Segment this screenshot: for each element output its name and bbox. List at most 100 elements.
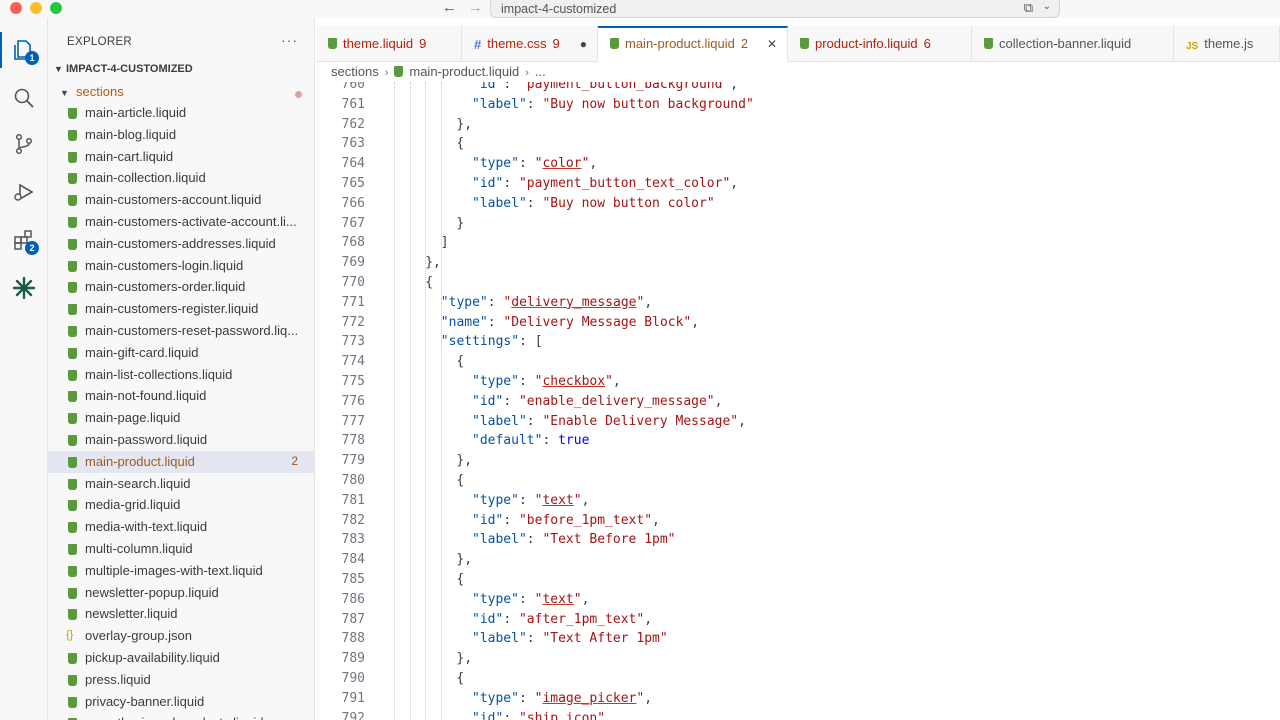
file-item[interactable]: main-blog.liquid	[48, 124, 314, 146]
file-item[interactable]: main-customers-account.liquid	[48, 189, 314, 211]
chevron-down-icon[interactable]: ⌄	[1043, 1, 1051, 12]
code-text: "id": "payment_button_background",	[472, 82, 739, 92]
file-name: main-cart.liquid	[85, 148, 174, 164]
code-editor[interactable]: 760 "id": "payment_button_background", 761…	[316, 82, 1280, 720]
file-name: multi-column.liquid	[85, 540, 193, 556]
line-number: 772	[341, 314, 365, 330]
breadcrumb-more[interactable]: ...	[535, 64, 546, 79]
activity-extensions[interactable]: 2	[0, 218, 48, 262]
file-item[interactable]: multiple-images-with-text.liquid	[48, 560, 314, 582]
unsaved-dot-icon[interactable]: ●	[580, 26, 587, 62]
forward-arrow-icon[interactable]: →	[468, 0, 483, 17]
folder-sections[interactable]: ▼ sections	[60, 84, 310, 104]
tab-problem-count: 9	[419, 36, 427, 51]
file-item[interactable]: main-customers-order.liquid	[48, 276, 314, 298]
file-item[interactable]: main-collection.liquid	[48, 167, 314, 189]
back-arrow-icon[interactable]: ←	[442, 0, 457, 17]
code-line: 764 "type": "color",	[316, 154, 1280, 174]
code-line: 776 "id": "enable_delivery_message",	[316, 392, 1280, 412]
file-item[interactable]: main-gift-card.liquid	[48, 342, 314, 364]
file-name: main-password.liquid	[85, 431, 208, 447]
activity-bar: 1 2	[0, 18, 48, 720]
code-line: 770 {	[316, 273, 1280, 293]
liquid-file-icon	[68, 129, 77, 141]
file-item[interactable]: main-customers-reset-password.liq...	[48, 320, 314, 342]
file-item[interactable]: main-list-collections.liquid	[48, 364, 314, 386]
code-text: {	[456, 671, 465, 686]
tab-product-info-liquid[interactable]: product-info.liquid 6	[788, 26, 972, 62]
file-item[interactable]: media-with-text.liquid	[48, 516, 314, 538]
chevron-right-icon: ›	[384, 67, 389, 79]
liquid-file-icon	[800, 38, 809, 49]
tab-label: theme.liquid	[343, 36, 414, 51]
liquid-file-icon	[68, 696, 77, 708]
file-item[interactable]: main-password.liquid	[48, 429, 314, 451]
close-tab-icon[interactable]: ✕	[767, 28, 777, 60]
code-text: "label": "Buy now button color"	[472, 195, 715, 211]
liquid-file-icon	[68, 434, 77, 446]
tab-theme-js[interactable]: JS theme.js	[1174, 26, 1280, 62]
activity-explorer[interactable]: 1	[0, 28, 48, 72]
code-line: 780 {	[316, 471, 1280, 491]
activity-run-debug[interactable]	[0, 170, 48, 214]
activity-source-control[interactable]	[0, 122, 48, 166]
more-actions-icon[interactable]: ···	[281, 32, 298, 48]
file-item[interactable]: main-product.liquid 2	[48, 450, 314, 473]
file-item[interactable]: privacy-banner.liquid	[48, 691, 314, 713]
activity-search[interactable]	[0, 76, 48, 120]
line-number: 769	[341, 255, 365, 271]
run-debug-icon	[14, 183, 34, 201]
file-name: media-grid.liquid	[85, 497, 181, 513]
tab-theme-liquid[interactable]: theme.liquid 9	[316, 26, 462, 62]
file-name: overlay-group.json	[85, 628, 192, 644]
file-item[interactable]: main-customers-activate-account.li...	[48, 211, 314, 233]
file-item[interactable]: newsletter-popup.liquid	[48, 582, 314, 604]
command-center-search[interactable]: impact-4-customized ⧉ ⌄	[490, 0, 1060, 18]
code-line: 788 "label": "Text After 1pm"	[316, 629, 1280, 649]
line-number: 779	[341, 453, 365, 469]
file-item[interactable]: main-search.liquid	[48, 473, 314, 495]
source-control-icon	[15, 133, 33, 155]
file-item[interactable]: media-grid.liquid	[48, 494, 314, 516]
file-item[interactable]: pickup-availability.liquid	[48, 647, 314, 669]
code-text: },	[456, 651, 473, 667]
file-item[interactable]: newsletter.liquid	[48, 603, 314, 625]
close-window-button[interactable]	[10, 2, 22, 14]
activity-ai[interactable]	[0, 266, 48, 310]
breadcrumb-folder[interactable]: sections	[331, 64, 379, 79]
code-text: "type": "text",	[472, 591, 590, 607]
tab-main-product-liquid[interactable]: main-product.liquid 2 ✕	[598, 26, 788, 62]
file-name: main-customers-login.liquid	[85, 257, 244, 273]
explorer-sidebar: EXPLORER ··· ▼ IMPACT-4-CUSTOMIZED ▼ secti…	[48, 18, 315, 720]
project-root[interactable]: ▼ IMPACT-4-CUSTOMIZED	[54, 63, 193, 75]
file-item[interactable]: main-article.liquid	[48, 102, 314, 124]
file-item[interactable]: main-page.liquid	[48, 407, 314, 429]
file-item[interactable]: main-not-found.liquid	[48, 385, 314, 407]
file-item[interactable]: press.liquid	[48, 669, 314, 691]
copilot-icon[interactable]: ⧉	[1024, 0, 1033, 16]
breadcrumb-file[interactable]: main-product.liquid	[409, 64, 519, 79]
tab-collection-banner-liquid[interactable]: collection-banner.liquid	[972, 26, 1174, 62]
code-line: 766 "label": "Buy now button color"	[316, 194, 1280, 214]
liquid-file-icon	[68, 173, 77, 185]
code-text: },	[456, 116, 473, 132]
line-number: 774	[341, 354, 365, 370]
title-bar: ← → impact-4-customized ⧉ ⌄	[0, 0, 1280, 18]
tab-theme-css[interactable]: # theme.css 9 ●	[462, 26, 598, 62]
file-item[interactable]: main-customers-addresses.liquid	[48, 233, 314, 255]
code-text: ]	[440, 235, 449, 251]
file-item[interactable]: recently-viewed-products.liquid	[48, 712, 314, 720]
code-line: 768]	[316, 233, 1280, 253]
file-item[interactable]: main-cart.liquid	[48, 146, 314, 168]
file-item[interactable]: multi-column.liquid	[48, 538, 314, 560]
minimize-window-button[interactable]	[30, 2, 42, 14]
code-text: {	[456, 354, 465, 370]
file-item[interactable]: {} overlay-group.json	[48, 625, 314, 647]
liquid-file-icon	[68, 522, 77, 534]
maximize-window-button[interactable]	[50, 2, 62, 14]
liquid-file-icon	[68, 500, 77, 512]
liquid-file-icon	[68, 325, 77, 337]
line-number: 785	[341, 572, 365, 587]
file-item[interactable]: main-customers-register.liquid	[48, 298, 314, 320]
file-item[interactable]: main-customers-login.liquid	[48, 255, 314, 277]
